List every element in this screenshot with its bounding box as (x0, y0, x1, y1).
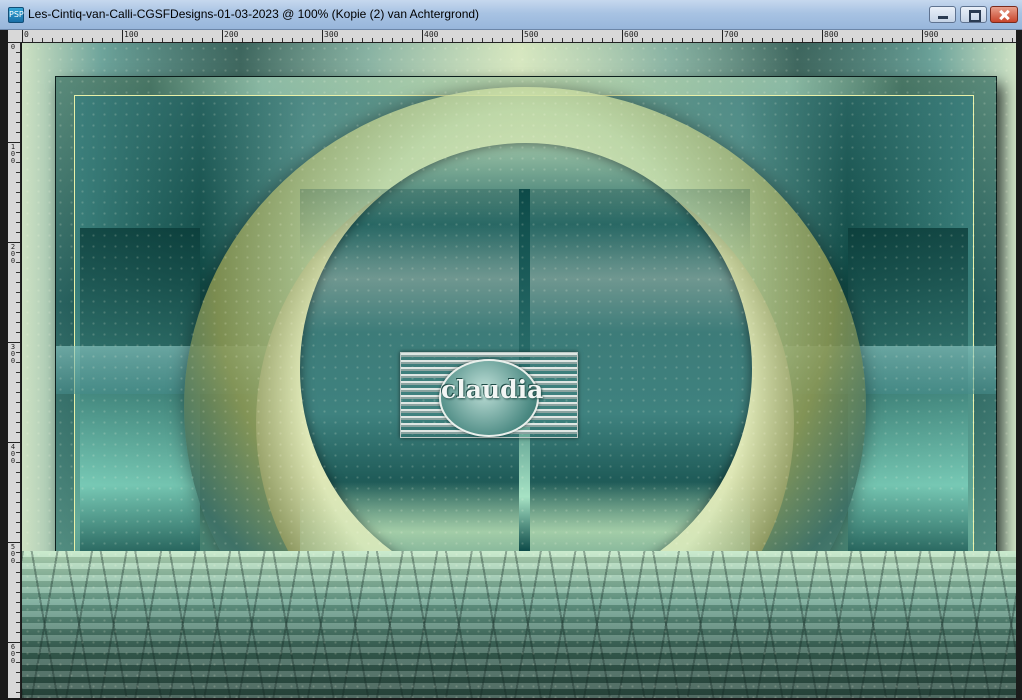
ruler-major-tick (22, 30, 23, 42)
ruler-label: 500 (10, 543, 16, 565)
ruler-major-tick (222, 30, 223, 42)
image-canvas[interactable]: claudia (22, 43, 1016, 698)
ruler-label: 0 (10, 43, 16, 51)
ruler-label: 600 (10, 643, 16, 665)
ruler-label: 100 (124, 30, 139, 39)
ruler-label: 300 (10, 343, 16, 365)
ruler-major-tick (722, 30, 723, 42)
ruler-label: 600 (624, 30, 639, 39)
ruler-label: 500 (524, 30, 539, 39)
ruler-major-tick (122, 30, 123, 42)
ruler-major-tick (322, 30, 323, 42)
ruler-label: 400 (10, 443, 16, 465)
ruler-major-tick (8, 142, 20, 143)
ruler-major-tick (522, 30, 523, 42)
ruler-label: 300 (324, 30, 339, 39)
close-button[interactable] (990, 6, 1018, 23)
ruler-label: 0 (24, 30, 29, 39)
ruler-major-tick (8, 242, 20, 243)
window-title: Les-Cintiq-van-Calli-CGSFDesigns-01-03-2… (28, 7, 480, 21)
ruler-label: 700 (724, 30, 739, 39)
minimize-button[interactable] (929, 6, 956, 23)
ruler-label: 200 (224, 30, 239, 39)
watermark-text: claudia (441, 375, 544, 404)
ruler-label: 200 (10, 243, 16, 265)
watermark-badge: claudia (439, 359, 544, 437)
ruler-ticks (22, 38, 1016, 42)
watermark: claudia (400, 352, 578, 438)
ruler-major-tick (8, 42, 20, 43)
horizontal-ruler[interactable]: 0 100 200 300 400 500 600 700 800 900 (22, 30, 1016, 43)
ruler-corner (8, 30, 22, 42)
ruler-major-tick (922, 30, 923, 42)
title-bar[interactable]: PSP Les-Cintiq-van-Calli-CGSFDesigns-01-… (0, 0, 1022, 30)
ruler-major-tick (422, 30, 423, 42)
ruler-label: 400 (424, 30, 439, 39)
ruler-major-tick (8, 442, 20, 443)
ruler-major-tick (8, 642, 20, 643)
ruler-major-tick (8, 542, 20, 543)
ruler-major-tick (622, 30, 623, 42)
ruler-ticks (16, 42, 20, 698)
ruler-major-tick (8, 342, 20, 343)
vertical-ruler[interactable]: 0 100 200 300 400 500 600 (8, 42, 21, 698)
ruler-label: 800 (824, 30, 839, 39)
app-icon[interactable]: PSP (8, 7, 24, 23)
ruler-major-tick (822, 30, 823, 42)
ruler-label: 900 (924, 30, 939, 39)
ruler-label: 100 (10, 143, 16, 165)
maximize-button[interactable] (960, 6, 987, 23)
